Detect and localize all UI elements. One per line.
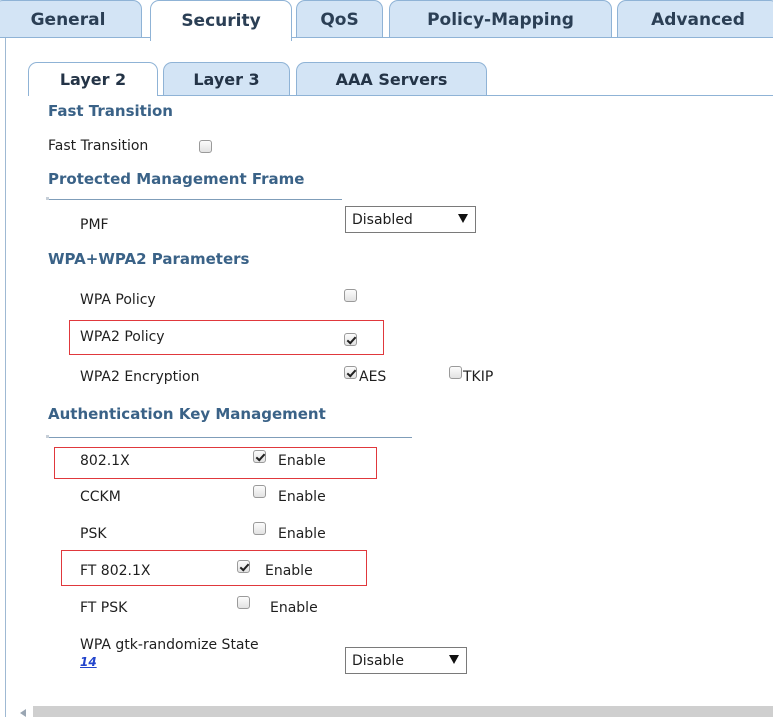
scroll-left-icon[interactable]: [20, 709, 26, 717]
akm-ft-8021x-checkbox[interactable]: [237, 560, 250, 573]
akm-ft-8021x-enable-label: Enable: [265, 563, 313, 579]
akm-ft-psk-label: FT PSK: [80, 600, 128, 616]
akm-8021x-enable-label: Enable: [278, 453, 326, 469]
wpa-policy-checkbox[interactable]: [344, 289, 357, 302]
akm-8021x-checkbox[interactable]: [253, 450, 266, 463]
tkip-checkbox[interactable]: [449, 366, 462, 379]
chevron-down-icon: [458, 214, 468, 223]
wpa2-encryption-label: WPA2 Encryption: [80, 369, 200, 385]
chevron-down-icon: [449, 655, 459, 664]
tab-aaa-servers[interactable]: AAA Servers: [296, 62, 487, 96]
akm-cckm-label: CCKM: [80, 489, 121, 505]
tab-advanced-label: Advanced: [651, 9, 745, 30]
pmf-select[interactable]: Disabled: [345, 206, 476, 233]
akm-8021x-label: 802.1X: [80, 453, 130, 469]
wpa-policy-label: WPA Policy: [80, 292, 156, 308]
gtk-randomize-select-value: Disable: [352, 652, 404, 669]
akm-ft-8021x-label: FT 802.1X: [80, 563, 151, 579]
akm-ft-psk-enable-label: Enable: [270, 600, 318, 616]
akm-psk-enable-label: Enable: [278, 526, 326, 542]
tab-general-label: General: [30, 9, 106, 30]
tab-qos-label: QoS: [320, 9, 359, 30]
fast-transition-heading: Fast Transition: [48, 102, 173, 120]
gtk-randomize-label: WPA gtk-randomize State: [80, 637, 259, 653]
tab-layer-3[interactable]: Layer 3: [163, 62, 290, 96]
horizontal-scrollbar[interactable]: [33, 706, 773, 717]
tab-aaa-servers-label: AAA Servers: [335, 70, 448, 89]
akm-cckm-checkbox[interactable]: [253, 485, 266, 498]
tab-layer-2-label: Layer 2: [59, 70, 127, 89]
tkip-label: TKIP: [463, 369, 494, 385]
tab-security[interactable]: Security: [150, 0, 292, 41]
wpa2-policy-checkbox[interactable]: [344, 333, 357, 346]
pmf-select-value: Disabled: [352, 211, 413, 228]
tab-policy-mapping[interactable]: Policy-Mapping: [389, 0, 612, 38]
pmf-heading: Protected Management Frame: [48, 170, 305, 188]
wpa2-policy-label: WPA2 Policy: [80, 329, 165, 345]
tab-advanced[interactable]: Advanced: [617, 0, 773, 38]
akm-cckm-enable-label: Enable: [278, 489, 326, 505]
tab-bar-divider: [0, 37, 773, 38]
tab-layer-2[interactable]: Layer 2: [28, 62, 158, 96]
akm-heading: Authentication Key Management: [48, 405, 326, 423]
fast-transition-label: Fast Transition: [48, 138, 149, 154]
akm-ft-psk-checkbox[interactable]: [237, 596, 250, 609]
tab-general[interactable]: General: [0, 0, 142, 38]
gtk-footnote-link[interactable]: 14: [80, 655, 97, 669]
tab-security-label: Security: [181, 11, 261, 31]
aes-checkbox[interactable]: [344, 366, 357, 379]
akm-divider: [46, 435, 412, 438]
tab-qos[interactable]: QoS: [296, 0, 383, 38]
gtk-randomize-select[interactable]: Disable: [345, 647, 467, 674]
pmf-divider: [46, 197, 342, 200]
akm-psk-label: PSK: [80, 526, 107, 542]
akm-psk-checkbox[interactable]: [253, 522, 266, 535]
wpa-heading: WPA+WPA2 Parameters: [48, 250, 250, 268]
fast-transition-checkbox[interactable]: [199, 140, 212, 153]
pmf-label: PMF: [80, 217, 109, 233]
tab-layer-3-label: Layer 3: [193, 70, 260, 89]
tab-policy-mapping-label: Policy-Mapping: [427, 9, 574, 30]
aes-label: AES: [359, 369, 387, 385]
